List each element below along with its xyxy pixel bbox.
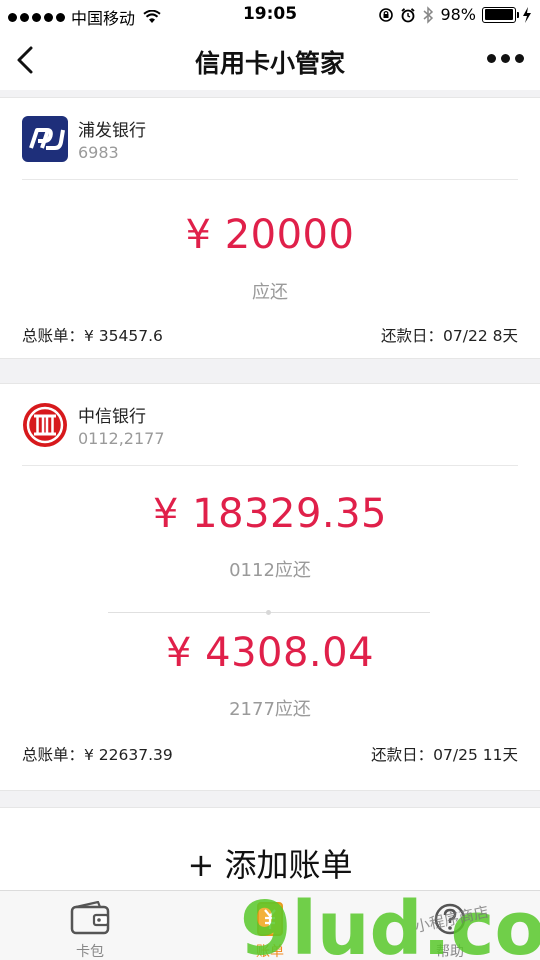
- total-bill: 总账单：¥ 22637.39: [22, 743, 173, 765]
- divider: [22, 465, 518, 466]
- due-date: 还款日：07/25 11天: [371, 743, 518, 765]
- due-amount-label: 0112应还: [229, 560, 311, 581]
- due-date-label: 还款日：: [381, 327, 444, 345]
- due-date-value: 07/25 11天: [433, 746, 518, 764]
- wallet-icon: [70, 901, 110, 935]
- battery-level: [484, 9, 513, 20]
- tab-label: 帮助: [436, 944, 464, 960]
- tab-label: 账单: [256, 944, 284, 960]
- bill-card-spdb[interactable]: 浦发银行 6983 ¥ 20000 应还 总账单：¥ 35457.6 还款日：0…: [0, 97, 540, 359]
- due-amount-label: 应还: [252, 282, 288, 303]
- bank-header: 中信银行 0112,2177: [0, 384, 540, 464]
- status-right: 98%: [378, 5, 532, 24]
- battery-icon: [482, 6, 519, 23]
- total-bill-label: 总账单：: [22, 746, 85, 764]
- total-bill-value: ¥ 35457.6: [84, 327, 163, 345]
- navigation-bar: 信用卡小管家: [0, 32, 540, 90]
- tab-wallet[interactable]: 卡包: [0, 891, 180, 960]
- rotation-lock-icon: [379, 7, 394, 22]
- due-amount: ¥ 20000: [185, 212, 355, 258]
- add-bill-card[interactable]: + 添加账单: [0, 807, 540, 890]
- tab-label: 卡包: [76, 944, 104, 960]
- bill-icon: [257, 902, 283, 936]
- tab-bill[interactable]: 账单: [180, 891, 360, 960]
- amount-divider-dot: [266, 610, 271, 615]
- bill-card-citic[interactable]: 中信银行 0112,2177 ¥ 18329.35 0112应还 ¥ 4308.…: [0, 383, 540, 791]
- add-bill-button[interactable]: + 添加账单: [0, 840, 540, 886]
- page-title: 信用卡小管家: [194, 49, 345, 78]
- tab-help[interactable]: 帮助: [360, 891, 540, 960]
- tab-bar: 卡包 账单 帮助: [0, 890, 540, 960]
- charging-icon: [523, 6, 531, 23]
- battery-percent: 98%: [440, 5, 476, 24]
- spdb-logo-icon: [22, 116, 68, 162]
- total-bill-value: ¥ 22637.39: [84, 746, 173, 764]
- total-bill: 总账单：¥ 35457.6: [22, 324, 163, 346]
- status-bar: 中国移动 19:05 98%: [0, 0, 540, 32]
- citic-logo-icon: [23, 403, 67, 447]
- bank-name: 浦发银行: [78, 121, 146, 141]
- due-date: 还款日：07/22 8天: [381, 324, 518, 346]
- total-bill-label: 总账单：: [22, 327, 85, 345]
- card-number: 0112,2177: [78, 429, 165, 448]
- bluetooth-icon: [423, 5, 434, 24]
- bill-list[interactable]: 浦发银行 6983 ¥ 20000 应还 总账单：¥ 35457.6 还款日：0…: [0, 90, 540, 890]
- due-amount: ¥ 18329.35: [152, 491, 388, 537]
- due-amount-label: 2177应还: [229, 699, 311, 720]
- due-date-value: 07/22 8天: [443, 327, 518, 345]
- card-number: 6983: [78, 143, 119, 162]
- more-menu-icon[interactable]: [487, 54, 524, 63]
- due-amount: ¥ 4308.04: [165, 630, 375, 676]
- alarm-icon: [401, 7, 416, 22]
- bank-name: 中信银行: [78, 407, 146, 427]
- divider: [22, 179, 518, 180]
- bank-header: 浦发银行 6983: [0, 98, 540, 178]
- due-date-label: 还款日：: [371, 746, 434, 764]
- help-icon: [434, 903, 466, 935]
